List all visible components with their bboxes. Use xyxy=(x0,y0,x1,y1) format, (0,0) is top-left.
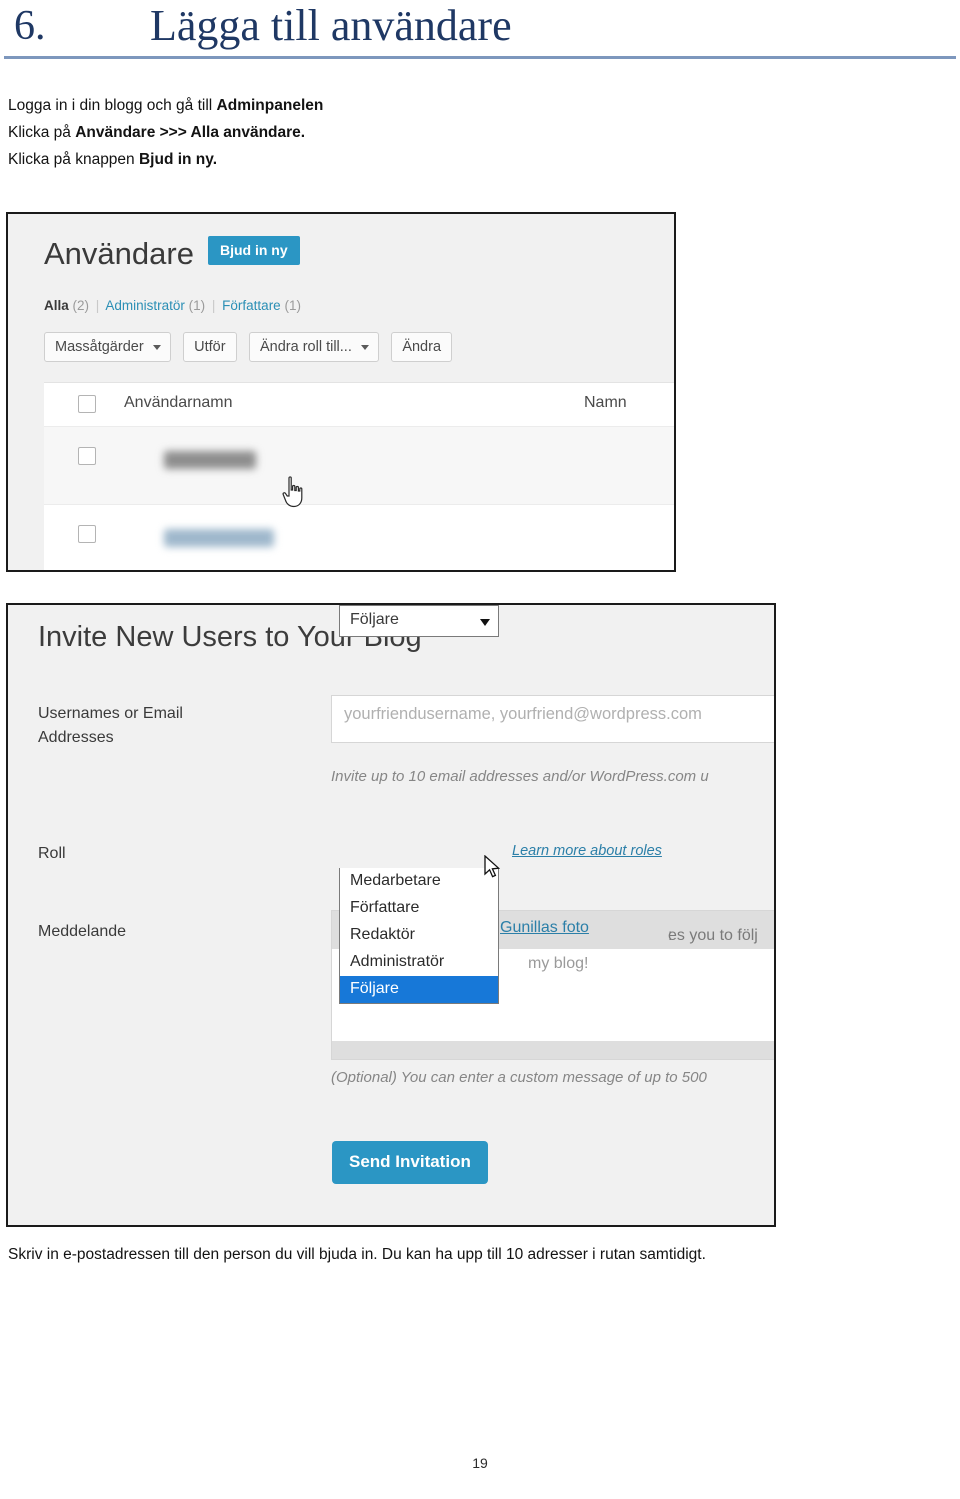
intro-line-2: Klicka på Användare >>> Alla användare. xyxy=(8,119,708,146)
filter-all-count: (2) xyxy=(72,298,90,313)
users-header: Användare Bjud in ny xyxy=(44,234,300,274)
users-role-filters: Alla (2) | Administratör (1) | Författar… xyxy=(44,298,301,313)
chevron-down-icon xyxy=(360,345,369,350)
filter-administrator-count: (1) xyxy=(188,298,206,313)
message-preview-body: my blog! xyxy=(528,955,589,972)
table-row[interactable] xyxy=(44,505,674,570)
row-checkbox[interactable] xyxy=(78,525,96,543)
bulk-actions-value: Massåtgärder xyxy=(55,339,144,355)
filter-separator-1: | xyxy=(95,298,100,313)
intro-line-3-text: Klicka på knappen xyxy=(8,151,139,168)
intro-line-1: Logga in i din blogg och gå till Adminpa… xyxy=(8,92,708,119)
page-number: 19 xyxy=(472,1455,488,1471)
arrow-cursor-icon xyxy=(484,855,501,878)
filter-administrator-label[interactable]: Administratör xyxy=(105,298,185,313)
column-header-name[interactable]: Namn xyxy=(584,394,627,412)
usernames-placeholder: yourfriendusername, yourfriend@wordpress… xyxy=(344,705,702,723)
users-table-toolbar: Massåtgärder Utför Ändra roll till... Än… xyxy=(44,332,460,362)
table-header-row: Användarnamn Namn xyxy=(44,383,674,427)
message-preview-footer xyxy=(332,1041,774,1059)
heading-divider xyxy=(4,56,956,59)
role-field-label: Roll xyxy=(38,845,66,862)
intro-line-1-bold: Adminpanelen xyxy=(216,97,324,114)
redacted-username xyxy=(164,529,274,547)
page-title: Lägga till användare xyxy=(150,1,512,50)
heading-number: 6. xyxy=(14,3,46,49)
filter-separator-2: | xyxy=(211,298,216,313)
role-select-value: Följare xyxy=(350,611,399,628)
users-table: Användarnamn Namn xyxy=(44,382,674,570)
apply-button[interactable]: Utför xyxy=(183,332,237,362)
usernames-or-email-input[interactable]: yourfriendusername, yourfriend@wordpress… xyxy=(331,695,774,743)
role-option-foljare[interactable]: Följare xyxy=(340,976,498,1003)
role-option-medarbetare[interactable]: Medarbetare xyxy=(340,868,498,895)
users-admin-panel: Användare Bjud in ny Alla (2) | Administr… xyxy=(32,214,674,570)
change-button[interactable]: Ändra xyxy=(391,332,453,362)
redacted-username xyxy=(164,451,256,469)
users-page-title: Användare xyxy=(44,236,194,271)
filter-author-count: (1) xyxy=(284,298,301,313)
role-option-redaktor[interactable]: Redaktör xyxy=(340,922,498,949)
message-preview-header-prefix: es you to följ xyxy=(668,927,758,944)
message-preview-header-text: es you to följ Gunillas foto: xyxy=(500,919,758,944)
usernames-hint-text: Invite up to 10 email addresses and/or W… xyxy=(331,768,709,785)
invite-new-button[interactable]: Bjud in ny xyxy=(207,235,300,265)
message-hint-text: (Optional) You can enter a custom messag… xyxy=(331,1069,707,1086)
filter-all-label[interactable]: Alla xyxy=(44,298,69,313)
page-heading: 6. Lägga till användare xyxy=(0,0,960,60)
chevron-down-icon xyxy=(152,345,161,350)
intro-line-2-text: Klicka på xyxy=(8,124,76,141)
filter-author-label[interactable]: Författare xyxy=(222,298,281,313)
intro-line-3: Klicka på knappen Bjud in ny. xyxy=(8,146,708,173)
intro-line-3-bold: Bjud in ny. xyxy=(138,151,218,168)
message-field-label: Meddelande xyxy=(38,923,127,940)
invite-users-screenshot: Invite New Users to Your Blog Usernames … xyxy=(6,603,776,1227)
intro-line-2-bold: Användare >>> Alla användare. xyxy=(75,124,306,141)
intro-line-1-text: Logga in i din blogg och gå till xyxy=(8,97,217,114)
chevron-down-icon xyxy=(480,619,490,626)
change-role-select[interactable]: Ändra roll till... xyxy=(248,332,379,362)
change-role-value: Ändra roll till... xyxy=(259,339,352,355)
blog-name-link[interactable]: Gunillas foto xyxy=(500,919,589,936)
role-select[interactable]: Följare xyxy=(339,605,499,637)
column-header-username[interactable]: Användarnamn xyxy=(124,394,233,412)
intro-paragraph: Logga in i din blogg och gå till Adminpa… xyxy=(8,92,708,173)
select-all-checkbox[interactable] xyxy=(78,395,96,413)
send-invitation-button[interactable]: Send Invitation xyxy=(332,1141,488,1184)
users-list-screenshot: Användare Bjud in ny Alla (2) | Administr… xyxy=(6,212,676,572)
role-option-administrator[interactable]: Administratör xyxy=(340,949,498,976)
usernames-label-line-1: Usernames or Email xyxy=(38,705,183,722)
row-checkbox[interactable] xyxy=(78,447,96,465)
role-dropdown-menu[interactable]: Medarbetare Författare Redaktör Administ… xyxy=(339,868,499,1004)
usernames-label-line-2: Addresses xyxy=(38,729,114,746)
learn-more-about-roles-link[interactable]: Learn more about roles xyxy=(512,843,662,859)
usernames-field-label: Usernames or Email Addresses xyxy=(38,702,238,750)
message-preview-header-suffix: : xyxy=(668,927,673,944)
bulk-actions-select[interactable]: Massåtgärder xyxy=(44,332,171,362)
invite-form-panel: Invite New Users to Your Blog Usernames … xyxy=(26,605,774,1225)
outro-paragraph: Skriv in e-postadressen till den person … xyxy=(8,1246,706,1263)
table-row[interactable] xyxy=(44,427,674,505)
role-option-forfattare[interactable]: Författare xyxy=(340,895,498,922)
hand-cursor-icon xyxy=(282,476,303,508)
